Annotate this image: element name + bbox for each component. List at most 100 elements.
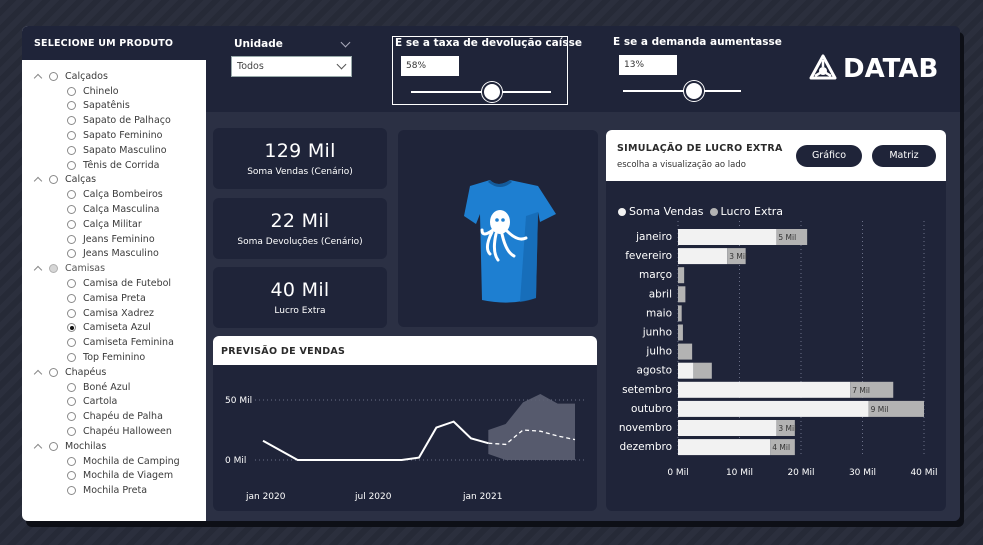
radio-button[interactable] <box>67 486 76 496</box>
unidade-value: Todos <box>237 61 264 72</box>
product-sidebar: SELECIONE UM PRODUTO Calçados Chinelo Sapa… <box>22 26 206 521</box>
tree-item[interactable]: Camisa Preta <box>22 291 206 306</box>
radio-button[interactable] <box>49 71 58 81</box>
demanda-slider-track[interactable] <box>623 90 741 92</box>
radio-button[interactable] <box>67 471 76 481</box>
data-label: 7 Mil <box>852 386 870 395</box>
kpi-card-devolucoes: 22 Mil Soma Devoluções (Cenário) <box>213 198 387 259</box>
radio-button[interactable] <box>67 190 76 200</box>
tree-item[interactable]: Chapéu de Palha <box>22 409 206 424</box>
simulation-panel: SIMULAÇÃO DE LUCRO EXTRA escolha a visua… <box>606 130 946 511</box>
radio-button[interactable] <box>49 441 58 451</box>
tree-item[interactable]: Chinelo <box>22 84 206 99</box>
tree-item[interactable]: Calça Militar <box>22 217 206 232</box>
logo-text: DATAB <box>843 54 939 84</box>
tree-item[interactable]: Camisa de Futebol <box>22 276 206 291</box>
main-content: 129 Mil Soma Vendas (Cenário) 22 Mil Som… <box>206 112 960 521</box>
radio-button[interactable] <box>67 131 76 141</box>
radio-button[interactable] <box>67 456 76 466</box>
tree-item[interactable]: Camiseta Azul <box>22 321 206 336</box>
demanda-input[interactable]: 13% <box>619 55 677 75</box>
chevron-up-icon[interactable] <box>34 368 43 377</box>
radio-button[interactable] <box>67 279 76 289</box>
demanda-slider-handle[interactable] <box>683 81 704 101</box>
radio-button[interactable] <box>67 234 76 244</box>
tree-item[interactable]: Cartola <box>22 395 206 410</box>
profit-bar-chart[interactable]: 0 Mil 10 Mil 20 Mil 30 Mil 40 Mil janeiro 5 Mi… <box>606 221 946 511</box>
radio-button[interactable] <box>67 397 76 407</box>
legend-extra-swatch <box>709 207 718 216</box>
forecast-panel: PREVISÃO DE VENDAS 50 Mil 0 Mil jan 2020 ju… <box>213 336 597 511</box>
radio-button[interactable] <box>67 145 76 155</box>
unidade-dropdown[interactable]: Todos <box>231 56 352 77</box>
tree-item[interactable]: Mochila de Camping <box>22 454 206 469</box>
tree-item[interactable]: Jeans Masculino <box>22 247 206 262</box>
tree-item[interactable]: Sapato de Palhaço <box>22 113 206 128</box>
radio-button[interactable] <box>67 338 76 348</box>
demanda-parameter: E se a demanda aumentasse 13% <box>611 36 787 105</box>
radio-button[interactable] <box>67 160 76 170</box>
devolucao-slider-handle[interactable] <box>482 82 503 102</box>
tree-item[interactable]: Boné Azul <box>22 380 206 395</box>
legend-sales-swatch <box>618 207 626 216</box>
chevron-up-icon[interactable] <box>34 72 43 81</box>
forecast-chart[interactable]: 50 Mil 0 Mil jan 2020 jul 2020 jan 2021 <box>213 365 597 511</box>
grafico-button[interactable]: Gráfico <box>796 145 862 167</box>
radio-button[interactable] <box>67 116 76 126</box>
radio-button[interactable] <box>67 412 76 422</box>
radio-button[interactable] <box>67 323 76 333</box>
tree-item[interactable]: Calça Bombeiros <box>22 187 206 202</box>
tree-category[interactable]: Calçados <box>22 69 206 84</box>
devolucao-input[interactable]: 58% <box>401 56 459 76</box>
tree-item[interactable]: Camisa Xadrez <box>22 306 206 321</box>
chevron-down-icon[interactable] <box>340 37 351 48</box>
tree-item[interactable]: Sapato Feminino <box>22 128 206 143</box>
radio-button[interactable] <box>67 86 76 96</box>
radio-button[interactable] <box>67 205 76 215</box>
category-label: dezembro <box>620 441 673 453</box>
tree-category[interactable]: Mochilas <box>22 439 206 454</box>
radio-button[interactable] <box>67 249 76 259</box>
kpi-label: Soma Vendas (Cenário) <box>247 167 353 177</box>
tree-item[interactable]: Top Feminino <box>22 350 206 365</box>
tree-item-label: Mochilas <box>65 440 107 452</box>
chevron-up-icon[interactable] <box>34 442 43 451</box>
tree-item[interactable]: Tênis de Corrida <box>22 158 206 173</box>
forecast-confidence-band <box>488 394 575 460</box>
extra-profit-bar <box>678 286 686 303</box>
sales-bar <box>678 420 777 436</box>
radio-button[interactable] <box>67 308 76 318</box>
tree-item-label: Mochila de Viagem <box>83 470 174 482</box>
x-tick-label: 30 Mil <box>849 468 876 478</box>
tree-item[interactable]: Sapato Masculino <box>22 143 206 158</box>
radio-button[interactable] <box>49 175 58 185</box>
chevron-up-icon[interactable] <box>34 264 43 273</box>
tree-item[interactable]: Mochila Preta <box>22 483 206 498</box>
radio-button[interactable] <box>49 264 58 274</box>
tree-item-label: Chinelo <box>83 85 119 97</box>
tree-item[interactable]: Mochila de Viagem <box>22 469 206 484</box>
tree-category[interactable]: Chapéus <box>22 365 206 380</box>
radio-button[interactable] <box>67 219 76 229</box>
radio-button[interactable] <box>49 367 58 377</box>
chevron-up-icon[interactable] <box>34 175 43 184</box>
radio-button[interactable] <box>67 293 76 303</box>
tree-category[interactable]: Camisas <box>22 261 206 276</box>
tree-item[interactable]: Sapatênis <box>22 99 206 114</box>
simulation-title: SIMULAÇÃO DE LUCRO EXTRA <box>617 143 783 154</box>
radio-button[interactable] <box>67 353 76 363</box>
tree-item[interactable]: Calça Masculina <box>22 202 206 217</box>
matriz-button[interactable]: Matriz <box>872 145 936 167</box>
tree-item[interactable]: Jeans Feminino <box>22 232 206 247</box>
radio-button[interactable] <box>67 427 76 437</box>
category-label: maio <box>646 307 672 319</box>
radio-button[interactable] <box>67 382 76 392</box>
tree-item[interactable]: Camiseta Feminina <box>22 335 206 350</box>
tree-item[interactable]: Chapéu Halloween <box>22 424 206 439</box>
tree-item-label: Camisa Xadrez <box>83 307 155 319</box>
radio-button[interactable] <box>67 101 76 111</box>
devolucao-slider-track[interactable] <box>411 91 551 93</box>
category-label: setembro <box>622 384 672 396</box>
x-tick-label: 20 Mil <box>787 468 814 478</box>
tree-category[interactable]: Calças <box>22 173 206 188</box>
